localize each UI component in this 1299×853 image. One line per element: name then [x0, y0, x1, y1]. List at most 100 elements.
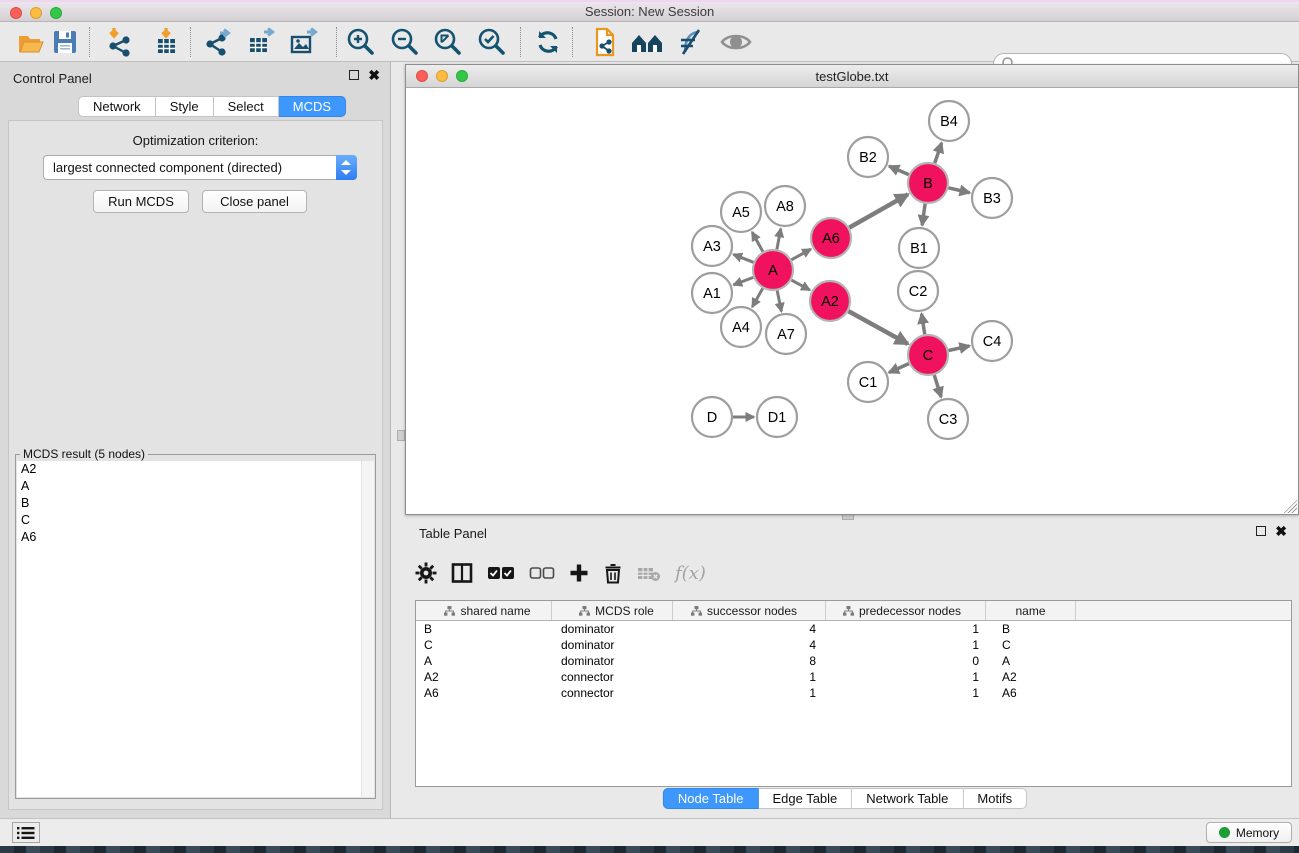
table-row[interactable]: Bdominator41B: [416, 621, 1291, 637]
tab-mcds[interactable]: MCDS: [279, 96, 346, 117]
tab-select[interactable]: Select: [214, 96, 279, 117]
table-cell[interactable]: 4: [673, 621, 826, 637]
graph-edge-A-A1[interactable]: [734, 277, 754, 284]
table-cell[interactable]: B: [986, 621, 1076, 637]
add-column-button[interactable]: [569, 563, 589, 583]
graph-node-B4[interactable]: B4: [929, 101, 969, 141]
graph-node-D[interactable]: D: [692, 397, 732, 437]
table-row[interactable]: A2connector11A2: [416, 669, 1291, 685]
new-session-button[interactable]: [588, 25, 622, 59]
tab-style[interactable]: Style: [156, 96, 214, 117]
table-cell[interactable]: dominator: [552, 653, 673, 669]
table-cell[interactable]: dominator: [552, 637, 673, 653]
graph-node-A1[interactable]: A1: [692, 273, 732, 313]
graph-node-C[interactable]: C: [908, 335, 948, 375]
graph-node-A[interactable]: A: [753, 250, 793, 290]
mcds-result-list[interactable]: A2ABCA6: [17, 461, 374, 797]
table-cell[interactable]: 1: [673, 685, 826, 701]
zoom-selected-button[interactable]: [475, 25, 509, 59]
graph-node-A7[interactable]: A7: [766, 314, 806, 354]
graph-edge-A-A6[interactable]: [791, 249, 810, 260]
vertical-split-grip[interactable]: [397, 430, 405, 441]
float-panel-icon[interactable]: [349, 70, 359, 80]
graph-node-B1[interactable]: B1: [899, 228, 939, 268]
column-header-mcds-role[interactable]: MCDS role: [552, 601, 673, 620]
graph-edge-B-B2[interactable]: [889, 166, 909, 175]
graph-edge-A-A7[interactable]: [777, 291, 781, 312]
table-row[interactable]: Cdominator41C: [416, 637, 1291, 653]
graph-edge-A6-B[interactable]: [849, 194, 908, 227]
mcds-result-item[interactable]: A2: [17, 461, 374, 478]
table-row[interactable]: Adominator80A: [416, 653, 1291, 669]
float-table-panel-icon[interactable]: [1256, 526, 1266, 536]
criterion-dropdown[interactable]: largest connected component (directed): [43, 155, 357, 180]
column-header-successor-nodes[interactable]: successor nodes: [673, 601, 826, 620]
column-layout-button[interactable]: [451, 562, 473, 584]
table-cell[interactable]: connector: [552, 669, 673, 685]
network-window-titlebar[interactable]: testGlobe.txt: [406, 65, 1298, 88]
close-panel-icon[interactable]: ✖: [368, 70, 380, 80]
export-table-button[interactable]: [244, 25, 278, 59]
table-row[interactable]: A6connector11A6: [416, 685, 1291, 701]
column-header-predecessor-nodes[interactable]: predecessor nodes: [826, 601, 986, 620]
mcds-result-item[interactable]: B: [17, 495, 374, 512]
graph-edge-C-C1[interactable]: [889, 364, 909, 373]
table-cell[interactable]: 1: [826, 669, 986, 685]
tab-network[interactable]: Network: [78, 96, 156, 117]
network-graph[interactable]: B4B2BB3A5A8A6A3B1AC2A1A2A4A7C4CC1C3DD1: [406, 88, 1298, 514]
graph-node-C2[interactable]: C2: [898, 271, 938, 311]
column-header-shared-name[interactable]: shared name: [416, 601, 552, 620]
table-cell[interactable]: 4: [673, 637, 826, 653]
table-cell[interactable]: A2: [416, 669, 552, 685]
table-cell[interactable]: A: [416, 653, 552, 669]
table-cell[interactable]: 1: [826, 637, 986, 653]
open-file-button[interactable]: [14, 25, 48, 59]
home-button[interactable]: [630, 25, 664, 59]
table-cell[interactable]: 1: [826, 621, 986, 637]
close-table-panel-icon[interactable]: ✖: [1275, 526, 1287, 536]
tab-edge-table[interactable]: Edge Table: [758, 788, 852, 809]
export-image-button[interactable]: [287, 25, 321, 59]
graph-node-A6[interactable]: A6: [811, 218, 851, 258]
graph-node-C4[interactable]: C4: [972, 321, 1012, 361]
graph-edge-B-B3[interactable]: [948, 188, 969, 193]
graph-node-A8[interactable]: A8: [765, 186, 805, 226]
graph-edge-B-B4[interactable]: [935, 143, 942, 163]
graph-node-B3[interactable]: B3: [972, 178, 1012, 218]
refresh-button[interactable]: [531, 25, 565, 59]
graph-edge-B-B1[interactable]: [922, 204, 925, 225]
graph-node-B[interactable]: B: [908, 163, 948, 203]
mcds-list-scrollbar[interactable]: [361, 461, 374, 797]
mcds-result-item[interactable]: A6: [17, 529, 374, 546]
zoom-fit-button[interactable]: [431, 25, 465, 59]
graph-edge-A-A4[interactable]: [752, 288, 762, 307]
mcds-result-item[interactable]: C: [17, 512, 374, 529]
table-cell[interactable]: connector: [552, 685, 673, 701]
table-cell[interactable]: B: [416, 621, 552, 637]
table-cell[interactable]: dominator: [552, 621, 673, 637]
graph-edge-A-A3[interactable]: [733, 254, 753, 262]
table-cell[interactable]: 0: [826, 653, 986, 669]
graph-node-A3[interactable]: A3: [692, 226, 732, 266]
delete-table-button[interactable]: [637, 564, 661, 582]
close-panel-button[interactable]: Close panel: [202, 190, 307, 213]
memory-button[interactable]: Memory: [1206, 822, 1292, 843]
deselect-all-button[interactable]: [529, 565, 555, 581]
import-network-button[interactable]: [103, 25, 137, 59]
graph-node-A4[interactable]: A4: [721, 307, 761, 347]
table-cell[interactable]: A6: [416, 685, 552, 701]
graph-edge-C-C4[interactable]: [949, 346, 970, 351]
tab-motifs[interactable]: Motifs: [963, 788, 1027, 809]
graph-edge-A-A5[interactable]: [752, 232, 763, 251]
save-session-button[interactable]: [48, 25, 82, 59]
graph-node-B2[interactable]: B2: [848, 137, 888, 177]
table-cell[interactable]: 1: [673, 669, 826, 685]
column-header-name[interactable]: name: [986, 601, 1076, 620]
eye-button[interactable]: [719, 25, 753, 59]
graph-edge-A-A8[interactable]: [777, 229, 781, 250]
table-cell[interactable]: 8: [673, 653, 826, 669]
import-table-button[interactable]: [149, 25, 183, 59]
select-all-button[interactable]: [487, 565, 515, 581]
graph-node-A2[interactable]: A2: [810, 281, 850, 321]
window-resize-grip[interactable]: [1281, 497, 1297, 513]
